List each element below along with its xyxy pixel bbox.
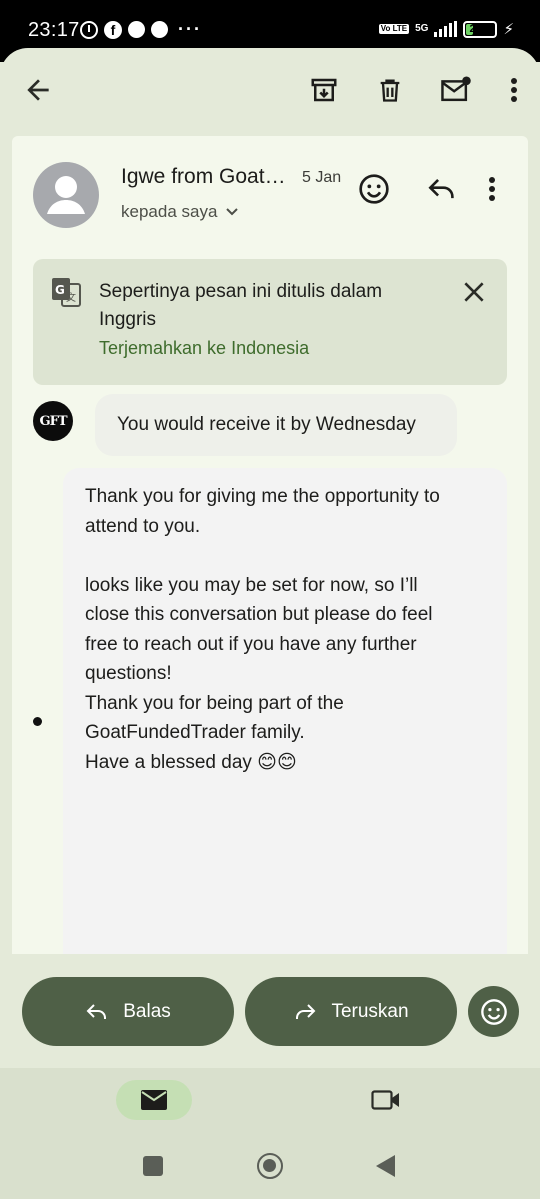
- reply-icon[interactable]: [426, 176, 458, 202]
- message-bubble: You would receive it by Wednesday: [95, 394, 457, 456]
- message-bubble-long: Thank you for giving me the opportunity …: [63, 468, 507, 954]
- gft-logo: GFT: [33, 401, 73, 441]
- facebook-icon: f: [104, 20, 122, 39]
- recent-apps-icon[interactable]: [143, 1156, 163, 1176]
- home-icon[interactable]: [257, 1153, 283, 1179]
- translate-link[interactable]: Terjemahkan ke Indonesia: [99, 338, 309, 359]
- notification-dot-icon: [128, 21, 145, 38]
- notification-dot-icon: [151, 21, 168, 38]
- message-line: questions!: [85, 663, 172, 684]
- gft-logo-small: [33, 717, 42, 726]
- sender-name: Igwe from GoatFundedTrader: [121, 165, 289, 188]
- message-line: Thank you for giving me the opportunity …: [85, 486, 440, 507]
- notification-icons: f ···: [80, 19, 202, 40]
- system-back-icon[interactable]: [376, 1155, 395, 1177]
- status-time: 23:17: [28, 19, 80, 41]
- more-notifications-icon: ···: [178, 19, 202, 39]
- emoji-icon: [480, 998, 507, 1025]
- chevron-down-icon: [226, 208, 239, 216]
- svg-text:文: 文: [66, 291, 76, 304]
- system-indicators: Vo LTE 5G 24 ⚡: [378, 20, 514, 38]
- more-vert-icon[interactable]: [504, 74, 524, 106]
- volte-badge: Vo LTE: [378, 24, 410, 34]
- message-line: Thank you for being part of the: [85, 692, 344, 714]
- sender-avatar[interactable]: [33, 162, 99, 228]
- message-line: looks like you may be set for now, so I’…: [85, 574, 418, 596]
- forward-button[interactable]: Teruskan: [245, 977, 457, 1046]
- video-camera-icon: [371, 1090, 399, 1110]
- alarm-icon: [80, 20, 98, 39]
- recipient-label: kepada saya: [121, 202, 218, 221]
- reply-button-label: Balas: [123, 1000, 171, 1022]
- svg-text:G: G: [55, 283, 65, 297]
- recipient-toggle[interactable]: kepada saya: [121, 202, 239, 222]
- archive-icon[interactable]: [308, 74, 340, 106]
- charging-icon: ⚡: [503, 21, 514, 38]
- forward-button-label: Teruskan: [331, 1000, 409, 1022]
- translate-banner: G文 Sepertinya pesan ini ditulis dalam In…: [33, 259, 507, 385]
- add-reaction-icon[interactable]: [358, 173, 390, 205]
- email-content: Igwe from GoatFundedTrader 5 Jan kepada …: [12, 136, 528, 954]
- message-line: GoatFundedTrader family.: [85, 722, 305, 743]
- app-bar: [0, 48, 540, 136]
- message-line: attend to you.: [85, 515, 201, 537]
- gft-logo-text: GFT: [39, 413, 67, 429]
- reply-icon: [86, 1003, 107, 1019]
- forward-icon: [296, 1003, 316, 1019]
- battery-icon: 24: [463, 20, 498, 38]
- message-text: You would receive it by Wednesday: [117, 414, 416, 435]
- email-date: 5 Jan: [302, 169, 342, 186]
- nav-meet-tab[interactable]: [369, 1086, 403, 1114]
- delete-icon[interactable]: [374, 74, 406, 106]
- message-line: close this conversation but please do fe…: [85, 604, 433, 625]
- back-arrow-icon[interactable]: [22, 74, 54, 106]
- nav-mail-tab[interactable]: [116, 1080, 192, 1120]
- mail-icon: [141, 1090, 167, 1110]
- message-line: Have a blessed day 😊😊: [85, 751, 297, 773]
- translate-message: Sepertinya pesan ini ditulis dalam Inggr…: [99, 281, 383, 330]
- bottom-navigation: [0, 1068, 540, 1133]
- reply-button[interactable]: Balas: [22, 977, 234, 1046]
- signal-icon: [434, 21, 458, 37]
- mark-unread-icon[interactable]: [440, 74, 472, 106]
- battery-percent: 24: [469, 23, 482, 35]
- message-line: free to reach out if you have any furthe…: [85, 633, 417, 655]
- emoji-reaction-button[interactable]: [468, 986, 519, 1037]
- message-line: [85, 541, 485, 571]
- translate-icon: G文: [51, 277, 81, 307]
- system-navigation: [0, 1133, 540, 1199]
- network-type: 5G: [415, 23, 429, 34]
- close-icon[interactable]: [461, 279, 487, 305]
- reply-actions: Balas Teruskan: [0, 954, 540, 1068]
- message-more-icon[interactable]: [488, 176, 508, 204]
